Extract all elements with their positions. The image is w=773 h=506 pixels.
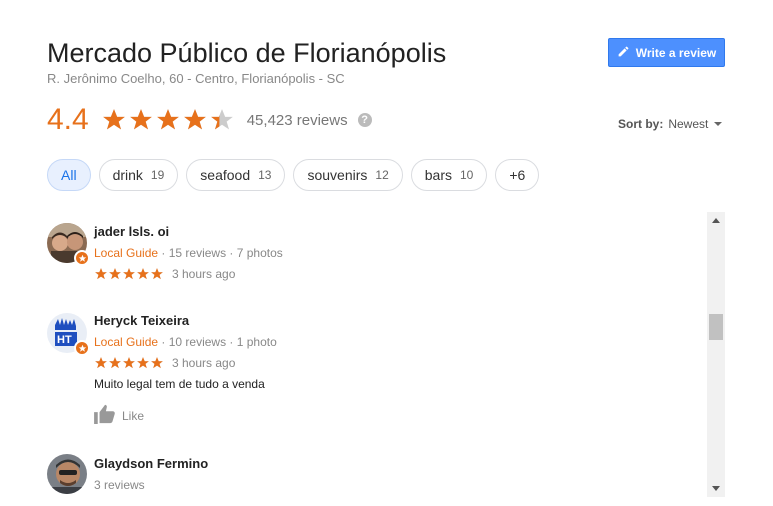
topic-chips: All drink 19 seafood 13 souvenirs 12 bar… <box>47 159 540 191</box>
meta-separator: · <box>158 246 169 260</box>
chip-seafood[interactable]: seafood 13 <box>186 159 286 191</box>
chip-count: 12 <box>375 168 389 182</box>
reviewer-photo-count: 7 photos <box>236 246 283 260</box>
star-icon <box>137 357 149 369</box>
review-time: 3 hours ago <box>172 267 236 281</box>
star-icon <box>95 357 107 369</box>
chip-count: 19 <box>150 168 165 182</box>
write-review-button[interactable]: Write a review <box>608 38 725 67</box>
pencil-icon <box>617 45 630 61</box>
sort-value: Newest <box>668 117 709 131</box>
thumbs-up-icon <box>94 404 116 427</box>
reviewer-review-count: 10 reviews <box>168 335 227 349</box>
review-time: 3 hours ago <box>172 356 236 370</box>
local-guide-badge-icon <box>74 250 90 266</box>
place-address: R. Jerônimo Coelho, 60 - Centro, Florian… <box>47 71 345 86</box>
help-icon[interactable]: ? <box>357 113 372 127</box>
star-icon <box>102 109 125 130</box>
reviewer-name[interactable]: Heryck Teixeira <box>94 313 277 328</box>
reviewer-meta: Local Guide · 15 reviews · 7 photos <box>94 246 283 260</box>
star-icon <box>129 109 152 130</box>
rating-value: 4.4 <box>47 103 89 136</box>
review-body: jader lsls. oi Local Guide · 15 reviews … <box>94 224 283 281</box>
avatar[interactable] <box>47 223 90 266</box>
review-text: Muito legal tem de tudo a venda <box>94 377 265 391</box>
write-review-label: Write a review <box>635 45 717 60</box>
review-stars <box>94 356 164 370</box>
scrollbar-thumb[interactable] <box>709 314 723 340</box>
chevron-down-icon <box>714 122 723 126</box>
like-button[interactable]: Like <box>94 404 277 427</box>
chip-label: seafood <box>200 167 251 183</box>
avatar[interactable] <box>47 454 87 494</box>
star-icon <box>210 109 233 130</box>
chip-label: drink <box>112 167 143 183</box>
chip-more[interactable]: +6 <box>495 159 540 191</box>
chip-label: +6 <box>509 167 526 183</box>
reviewer-meta: Local Guide · 10 reviews · 1 photo <box>94 335 277 349</box>
scroll-up-arrow-icon[interactable] <box>707 212 725 228</box>
local-guide-label: Local Guide <box>94 335 159 349</box>
star-icon <box>151 357 163 369</box>
meta-separator: · <box>226 246 237 260</box>
rating-stars <box>101 107 235 133</box>
review-rating-row: 3 hours ago <box>94 356 277 370</box>
review-body: Glaydson Fermino 3 reviews <box>94 456 208 492</box>
avatar-image <box>47 454 87 494</box>
local-guide-label: Local Guide <box>94 246 159 260</box>
reviewer-name[interactable]: Glaydson Fermino <box>94 456 208 471</box>
chip-label: bars <box>424 167 452 183</box>
star-icon <box>95 268 107 280</box>
star-icon <box>123 268 135 280</box>
chip-label: souvenirs <box>307 167 368 183</box>
local-guide-badge-icon <box>74 340 90 356</box>
svg-text:HT: HT <box>57 334 72 346</box>
reviewer-name[interactable]: jader lsls. oi <box>94 224 283 239</box>
star-icon <box>183 109 206 130</box>
avatar[interactable]: HT <box>47 313 90 356</box>
chip-drink[interactable]: drink 19 <box>98 159 179 191</box>
reviews-list: jader lsls. oi Local Guide · 15 reviews … <box>47 215 697 500</box>
star-icon <box>123 357 135 369</box>
sort-label: Sort by: <box>618 117 664 131</box>
chip-souvenirs[interactable]: souvenirs 12 <box>293 159 403 191</box>
chip-bars[interactable]: bars 10 <box>410 159 488 191</box>
reviewer-photo-count: 1 photo <box>236 335 277 349</box>
chip-label: All <box>61 167 77 183</box>
sort-dropdown[interactable]: Sort by: Newest <box>618 117 723 131</box>
scroll-down-arrow-icon[interactable] <box>707 481 725 497</box>
chip-count: 10 <box>459 168 474 182</box>
star-icon <box>109 357 121 369</box>
reviews-count[interactable]: 45,423 reviews <box>247 112 348 129</box>
rating-summary: 4.4 45,423 reviews ? <box>47 103 372 137</box>
star-icon <box>137 268 149 280</box>
meta-separator: · <box>158 335 169 349</box>
like-label: Like <box>122 408 145 423</box>
scrollbar[interactable] <box>707 212 725 497</box>
meta-separator: · <box>226 335 237 349</box>
star-icon <box>151 268 163 280</box>
chip-all[interactable]: All <box>47 159 91 191</box>
star-icon <box>156 109 179 130</box>
review-body: Heryck Teixeira Local Guide · 10 reviews… <box>94 313 277 427</box>
reviewer-review-count: 3 reviews <box>94 478 145 492</box>
reviewer-review-count: 15 reviews <box>168 246 227 260</box>
chip-count: 13 <box>258 168 272 182</box>
star-icon <box>109 268 121 280</box>
reviewer-meta: 3 reviews <box>94 478 208 492</box>
review-rating-row: 3 hours ago <box>94 267 283 281</box>
place-title: Mercado Público de Florianópolis <box>47 38 447 68</box>
review-stars <box>94 267 164 281</box>
